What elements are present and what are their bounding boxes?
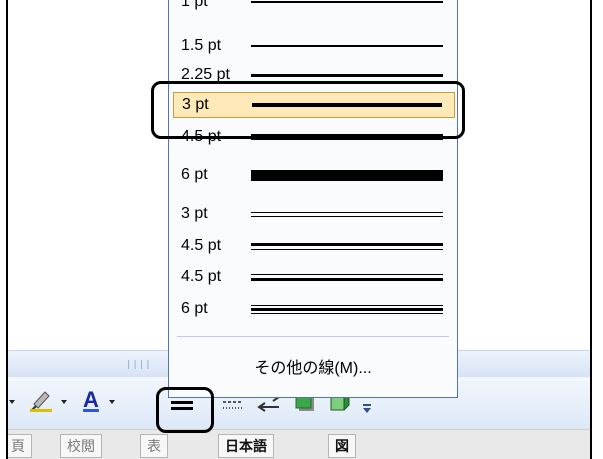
line-sample <box>251 304 443 314</box>
bottom-tab[interactable]: 頁 <box>8 434 32 458</box>
line-option-1-5pt[interactable]: 1.5 pt <box>173 35 455 57</box>
bottom-tab[interactable]: 図 <box>328 434 356 458</box>
screenshot-frame: |||| A 頁 校閲 表 日本語 図 1 pt 1.5 pt 2.25 pt … <box>6 0 592 459</box>
line-option-4-5pt-thick-thin[interactable]: 4.5 pt <box>173 235 455 257</box>
font-color-dropdown-icon[interactable] <box>108 391 116 413</box>
line-option-label: 1 pt <box>181 0 208 10</box>
line-sample <box>251 73 443 77</box>
line-sample <box>251 1 443 3</box>
line-option-label: 6 pt <box>181 166 208 183</box>
font-color-icon[interactable]: A <box>76 385 106 415</box>
line-option-3pt-double[interactable]: 3 pt <box>173 203 455 225</box>
line-sample <box>251 169 443 181</box>
bottom-tab[interactable]: 校閲 <box>60 434 102 458</box>
line-option-4-5pt-thin-thick[interactable]: 4.5 pt <box>173 266 455 288</box>
menu-separator <box>177 336 449 337</box>
highlight-pen-icon[interactable] <box>26 385 56 415</box>
bottom-tab[interactable]: 表 <box>140 434 168 458</box>
line-option-label: 1.5 pt <box>181 37 222 54</box>
toolbar-options-icon[interactable] <box>361 397 373 417</box>
highlight-dropdown-icon[interactable] <box>60 391 68 413</box>
selected-item-callout <box>151 81 465 139</box>
line-option-label: 6 pt <box>181 300 208 317</box>
line-style-button-callout <box>156 387 214 433</box>
bottom-tab[interactable]: 日本語 <box>218 434 274 458</box>
line-style-dropdown: 1 pt 1.5 pt 2.25 pt 3 pt 4.5 pt 6 pt 3 p… <box>168 0 458 398</box>
line-sample <box>251 273 443 281</box>
line-option-6pt[interactable]: 6 pt <box>173 163 455 187</box>
line-sample <box>251 45 443 47</box>
line-option-6pt-triple[interactable]: 6 pt <box>173 298 455 320</box>
line-option-label: 4.5 pt <box>181 237 222 254</box>
line-option-label: 4.5 pt <box>181 268 222 285</box>
toolbar-dropdown-arrow-icon[interactable] <box>8 391 16 413</box>
grip-handle-icon[interactable]: |||| <box>126 360 152 370</box>
line-option-1pt[interactable]: 1 pt <box>173 0 455 13</box>
line-sample <box>251 211 443 217</box>
status-tab-row: 頁 校閲 表 日本語 図 <box>8 429 590 459</box>
line-option-label: 3 pt <box>181 205 208 222</box>
more-lines-menu-item[interactable]: その他の線(M)... <box>169 354 457 378</box>
line-sample <box>251 242 443 250</box>
